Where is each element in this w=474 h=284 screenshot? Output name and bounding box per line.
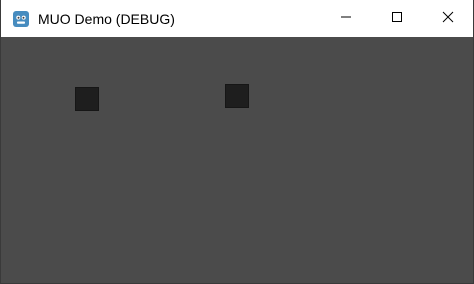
- close-icon: [442, 10, 454, 28]
- game-window: MUO Demo (DEBUG): [0, 0, 474, 284]
- close-button[interactable]: [422, 0, 473, 37]
- godot-app-icon: [12, 10, 30, 28]
- maximize-icon: [391, 10, 403, 28]
- dark-square-1: [75, 87, 99, 111]
- game-viewport[interactable]: [1, 37, 473, 283]
- minimize-button[interactable]: [320, 0, 371, 37]
- dark-square-2: [225, 84, 249, 108]
- window-title: MUO Demo (DEBUG): [38, 10, 175, 27]
- maximize-button[interactable]: [371, 0, 422, 37]
- title-bar[interactable]: MUO Demo (DEBUG): [1, 0, 473, 37]
- minimize-icon: [340, 10, 352, 28]
- window-controls: [320, 0, 473, 37]
